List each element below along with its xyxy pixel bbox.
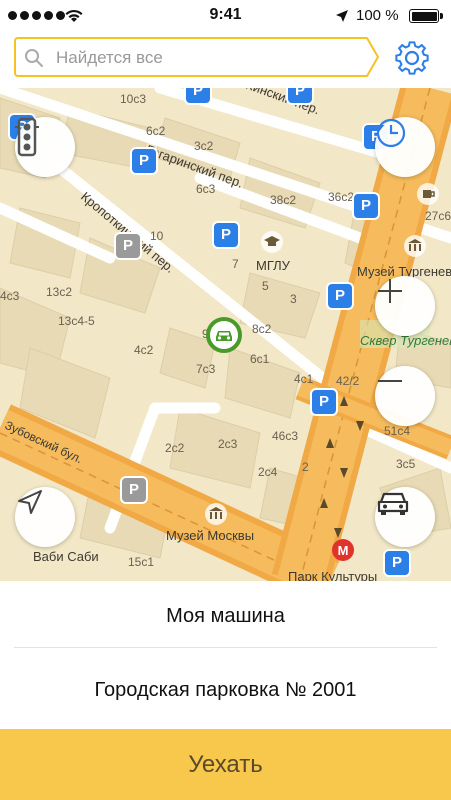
parking-name: Городская парковка № 2001 [94, 679, 357, 701]
traffic-button[interactable] [15, 117, 75, 177]
plus-icon [378, 279, 402, 303]
parking-marker[interactable]: P [132, 149, 156, 173]
parking-marker[interactable]: P [214, 223, 238, 247]
navigation-arrow-icon [18, 490, 42, 514]
parking-marker[interactable]: P [312, 390, 336, 414]
parked-car-marker[interactable] [206, 317, 242, 353]
my-location-button[interactable] [15, 487, 75, 547]
history-button[interactable] [375, 117, 435, 177]
parking-marker[interactable]: P [328, 284, 352, 308]
search-arrow-tip [364, 37, 379, 77]
parking-marker[interactable]: P [288, 88, 312, 103]
divider [14, 647, 437, 648]
parking-marker[interactable]: P [186, 88, 210, 103]
map-view[interactable]: Кинский пер. Гагаринский пер. Кропоткинс… [0, 88, 451, 581]
leave-button[interactable]: Уехать [0, 729, 451, 800]
battery-percent: 100 % [356, 7, 399, 24]
search-icon [25, 49, 43, 67]
search-bar: Найдется все [0, 32, 451, 88]
parking-marker[interactable]: P [385, 551, 409, 575]
parking-marker[interactable]: P [116, 234, 140, 258]
zoom-in-button[interactable] [375, 276, 435, 336]
car-button[interactable] [375, 487, 435, 547]
zoom-out-button[interactable] [375, 366, 435, 426]
clock-icon [376, 118, 406, 148]
parking-marker[interactable]: P [354, 194, 378, 218]
settings-gear-icon[interactable] [393, 39, 431, 77]
parking-marker[interactable]: P [122, 478, 146, 502]
battery-icon [409, 9, 439, 23]
search-input[interactable]: Найдется все [14, 37, 366, 77]
traffic-light-icon [15, 117, 39, 157]
search-placeholder: Найдется все [56, 48, 163, 67]
my-car-title: Моя машина [166, 605, 285, 627]
minus-icon [378, 380, 402, 382]
location-arrow-icon [336, 10, 348, 22]
car-icon [377, 492, 409, 515]
status-bar: 9:41 100 % [0, 0, 451, 32]
parking-info-panel: Моя машина Городская парковка № 2001 Уех… [0, 581, 451, 800]
